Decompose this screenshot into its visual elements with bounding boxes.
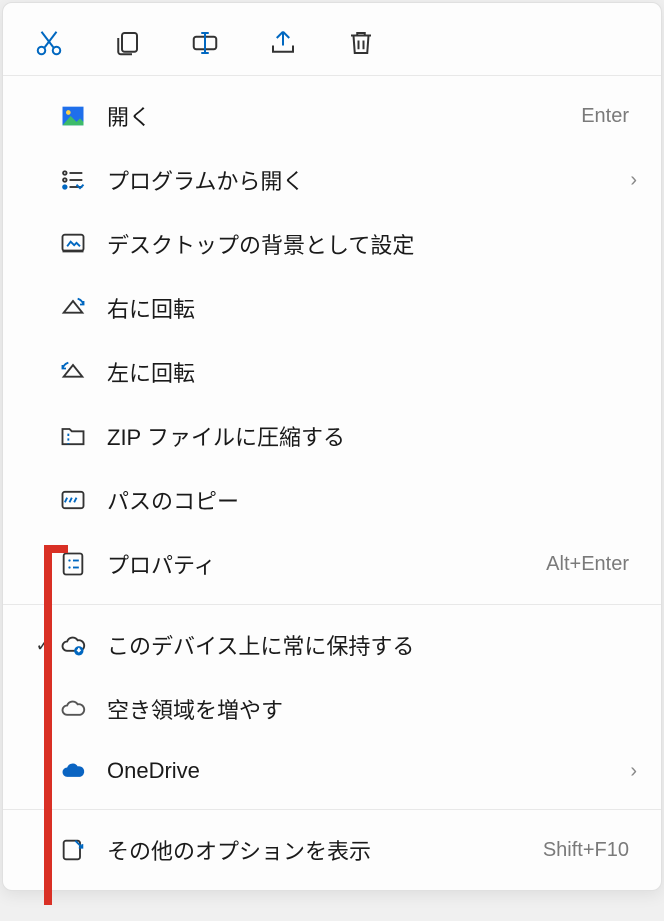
copy-icon xyxy=(112,28,142,58)
menu-item-copy-path[interactable]: パスのコピー xyxy=(3,468,661,532)
delete-icon xyxy=(346,28,376,58)
context-menu: 開く Enter プログラムから開く › xyxy=(2,2,662,891)
menu-item-open[interactable]: 開く Enter xyxy=(3,84,661,148)
menu-item-label: ZIP ファイルに圧縮する xyxy=(107,420,637,452)
menu-item-label: デスクトップの背景として設定 xyxy=(107,228,637,260)
menu-item-shortcut: Alt+Enter xyxy=(546,553,637,576)
zip-icon xyxy=(59,422,107,450)
menu-item-show-more[interactable]: その他のオプションを表示 Shift+F10 xyxy=(3,818,661,882)
image-icon xyxy=(59,102,107,130)
rename-icon xyxy=(190,28,220,58)
chevron-right-icon: › xyxy=(613,760,637,783)
chevron-right-icon: › xyxy=(613,169,637,192)
copy-path-icon xyxy=(59,486,107,514)
rotate-left-icon xyxy=(59,358,107,386)
menu-item-shortcut: Shift+F10 xyxy=(543,839,637,862)
menu-item-label: このデバイス上に常に保持する xyxy=(107,629,637,661)
rename-button[interactable] xyxy=(187,25,223,61)
cloud-keep-icon xyxy=(59,631,107,659)
menu-item-label: 左に回転 xyxy=(107,356,637,388)
cloud-free-icon xyxy=(59,695,107,723)
copy-button[interactable] xyxy=(109,25,145,61)
menu-item-label: プロパティ xyxy=(107,548,546,580)
menu-item-set-wallpaper[interactable]: デスクトップの背景として設定 xyxy=(3,212,661,276)
menu-item-properties[interactable]: プロパティ Alt+Enter xyxy=(3,532,661,596)
menu-item-shortcut: Enter xyxy=(581,105,637,128)
onedrive-icon xyxy=(59,757,107,785)
menu-item-label: 開く xyxy=(107,100,581,132)
delete-button[interactable] xyxy=(343,25,379,61)
menu-item-label: パスのコピー xyxy=(107,484,637,516)
toolbar xyxy=(3,3,661,75)
rotate-right-icon xyxy=(59,294,107,322)
menu-item-free-up-space[interactable]: 空き領域を増やす xyxy=(3,677,661,741)
menu-item-open-with[interactable]: プログラムから開く › xyxy=(3,148,661,212)
menu-item-compress-zip[interactable]: ZIP ファイルに圧縮する xyxy=(3,404,661,468)
menu-item-rotate-left[interactable]: 左に回転 xyxy=(3,340,661,404)
menu-section-more: その他のオプションを表示 Shift+F10 xyxy=(3,809,661,890)
more-options-icon xyxy=(59,836,107,864)
check-icon: ✓ xyxy=(27,635,59,656)
menu-section-onedrive: ✓ このデバイス上に常に保持する 空き領域を増やす xyxy=(3,604,661,809)
open-with-icon xyxy=(59,166,107,194)
cut-button[interactable] xyxy=(31,25,67,61)
menu-item-label: OneDrive xyxy=(107,758,613,784)
annotation-callout xyxy=(44,545,52,905)
menu-item-label: 右に回転 xyxy=(107,292,637,324)
share-button[interactable] xyxy=(265,25,301,61)
properties-icon xyxy=(59,550,107,578)
cut-icon xyxy=(34,28,64,58)
menu-item-rotate-right[interactable]: 右に回転 xyxy=(3,276,661,340)
share-icon xyxy=(268,28,298,58)
menu-item-label: プログラムから開く xyxy=(107,164,613,196)
menu-item-onedrive[interactable]: OneDrive › xyxy=(3,741,661,801)
menu-item-always-keep[interactable]: ✓ このデバイス上に常に保持する xyxy=(3,613,661,677)
menu-item-label: その他のオプションを表示 xyxy=(107,834,543,866)
menu-section-main: 開く Enter プログラムから開く › xyxy=(3,75,661,604)
menu-item-label: 空き領域を増やす xyxy=(107,693,637,725)
wallpaper-icon xyxy=(59,230,107,258)
